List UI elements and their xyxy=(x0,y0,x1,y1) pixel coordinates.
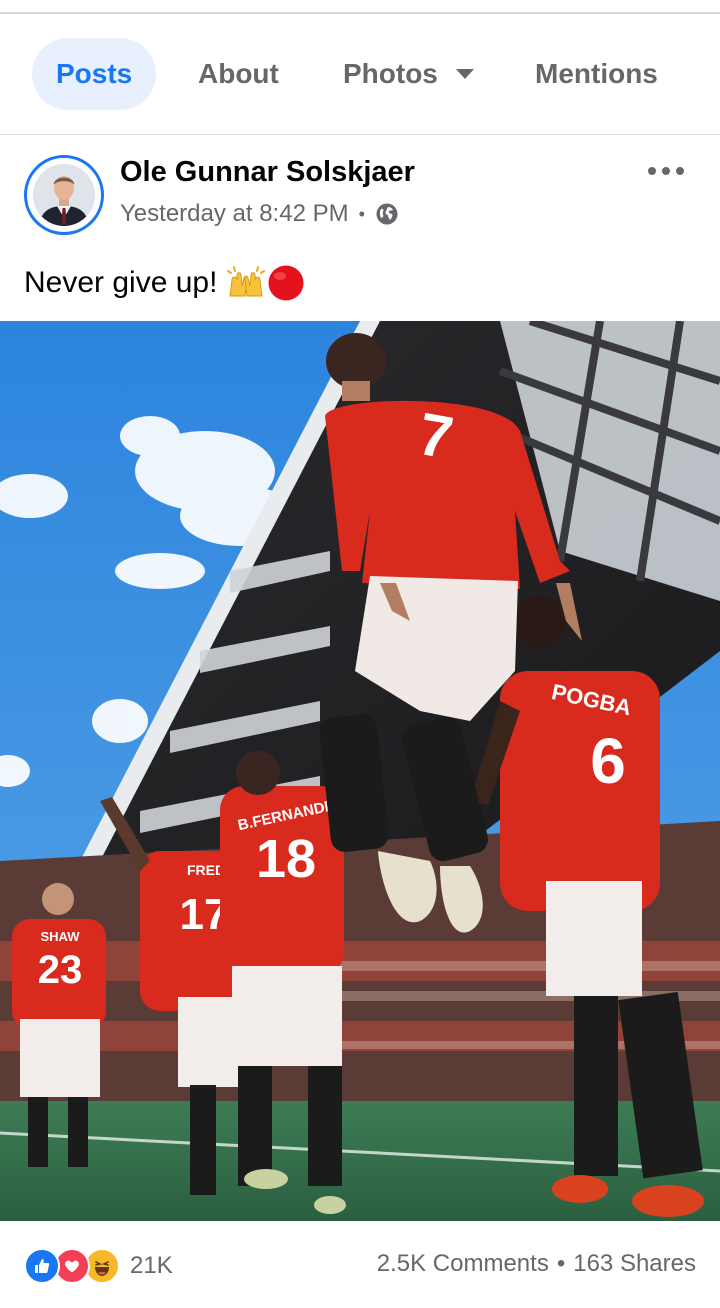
stadium-scene: SHAW 23 FRED 17 B.FERNANDES 18 POGBA 6 7 xyxy=(0,321,720,1221)
comments-count-link[interactable]: 2.5K Comments xyxy=(377,1250,549,1277)
post-text: Never give up! xyxy=(24,264,305,302)
jersey-number-6: 6 xyxy=(590,725,626,797)
chevron-down-icon xyxy=(455,68,474,79)
stats-separator: • xyxy=(556,1250,566,1277)
globe-icon xyxy=(375,202,399,226)
like-icon xyxy=(24,1248,60,1284)
post-photo[interactable]: SHAW 23 FRED 17 B.FERNANDES 18 POGBA 6 7 xyxy=(0,321,720,1221)
post-timestamp[interactable]: Yesterday at 8:42 PM xyxy=(120,200,349,228)
tab-about[interactable]: About xyxy=(198,38,279,110)
jersey-number-18: 18 xyxy=(256,829,316,889)
raising-hands-emoji xyxy=(227,266,266,300)
profile-tabs: Posts About Photos Mentions xyxy=(0,14,720,134)
avatar[interactable] xyxy=(24,155,104,235)
tabs-divider xyxy=(0,134,720,135)
post-meta: Yesterday at 8:42 PM • xyxy=(120,200,399,228)
jersey-name-shaw: SHAW xyxy=(41,929,81,944)
tab-posts[interactable]: Posts xyxy=(32,38,157,110)
jersey-name-fred: FRED xyxy=(187,862,225,878)
post-author-name[interactable]: Ole Gunnar Solskjaer xyxy=(120,156,415,189)
dot xyxy=(662,167,670,175)
avatar-photo xyxy=(33,164,95,226)
tab-photos-label: Photos xyxy=(343,58,438,89)
reaction-count: 21K xyxy=(130,1252,173,1279)
jersey-number-23: 23 xyxy=(38,948,83,992)
tab-photos[interactable]: Photos xyxy=(343,38,474,110)
post-message: Never give up! xyxy=(24,266,218,299)
dot xyxy=(648,167,656,175)
reactions-summary[interactable]: 21K xyxy=(24,1246,173,1286)
meta-separator: • xyxy=(358,203,365,224)
shares-count-link[interactable]: 163 Shares xyxy=(573,1250,696,1277)
red-circle-emoji xyxy=(267,264,305,302)
more-options-icon[interactable] xyxy=(648,158,684,184)
dot xyxy=(676,167,684,175)
tab-mentions[interactable]: Mentions xyxy=(535,38,658,110)
post-stats: 2.5K Comments • 163 Shares xyxy=(377,1250,696,1278)
